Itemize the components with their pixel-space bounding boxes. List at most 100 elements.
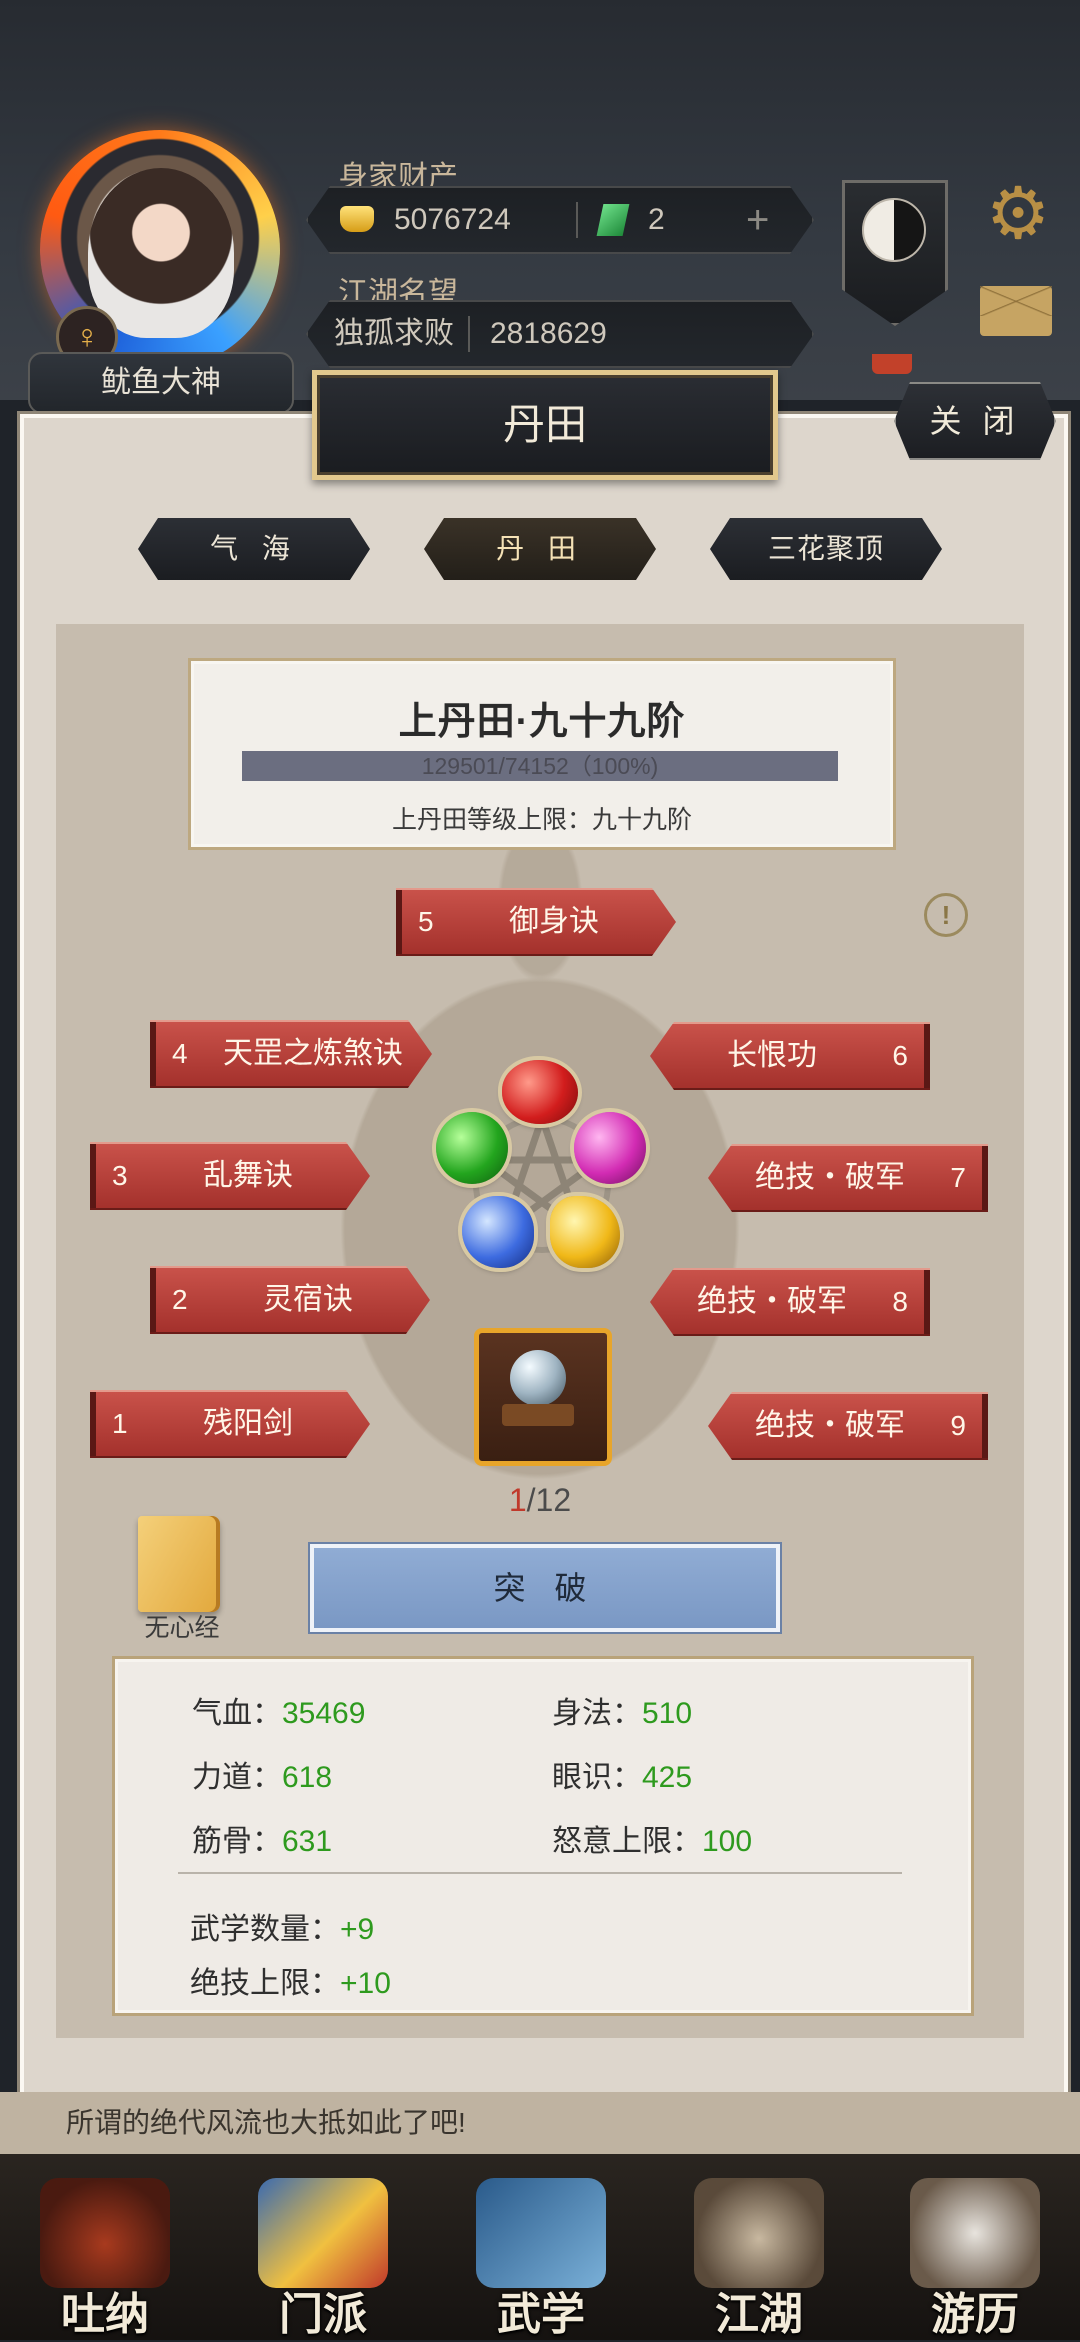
stat-insight: 眼识：425 <box>552 1752 692 1796</box>
stat-strength: 力道：618 <box>192 1752 332 1796</box>
stat-label: 绝技上限： <box>190 1967 340 2000</box>
stat-label: 气血： <box>192 1697 282 1730</box>
red-gem-icon[interactable] <box>502 1060 578 1124</box>
avatar-portrait <box>88 168 234 338</box>
stat-value: 100 <box>702 1825 753 1858</box>
stat-value: +10 <box>340 1967 391 2000</box>
stat-constitution: 筋骨：631 <box>192 1816 332 1860</box>
panel-title: 丹田 <box>312 370 778 480</box>
jade-amount: 2 <box>648 203 665 236</box>
skill-slot-4[interactable]: 4 天罡之炼煞诀 <box>150 1020 432 1088</box>
stat-label: 怒意上限： <box>552 1825 702 1858</box>
skill-name: 绝技・破军 <box>755 1409 905 1442</box>
crystal-orb-icon <box>510 1350 566 1406</box>
skill-slot-9[interactable]: 绝技・破军 9 <box>708 1392 988 1460</box>
nav-label: 武学 <box>497 2289 585 2340</box>
item-count-total: /12 <box>526 1482 572 1518</box>
skill-slot-1[interactable]: 1 残阳剑 <box>90 1390 370 1458</box>
skill-number: 4 <box>172 1038 188 1069</box>
mail-icon[interactable] <box>980 286 1052 336</box>
stat-label: 眼识： <box>552 1761 642 1794</box>
horse-icon <box>910 2178 1040 2288</box>
level-title: 上丹田·九十九阶 <box>398 701 686 743</box>
stat-label: 筋骨： <box>192 1825 282 1858</box>
skill-slot-2[interactable]: 2 灵宿诀 <box>150 1266 430 1334</box>
wealth-bar: 5076724 2 + <box>306 186 814 254</box>
skill-name: 天罡之炼煞诀 <box>223 1037 403 1070</box>
divider <box>576 202 578 238</box>
gold-ingot-icon <box>340 206 374 232</box>
manual-label: 无心经 <box>144 1614 220 1642</box>
green-gem-icon[interactable] <box>436 1112 508 1184</box>
sect-banner-icon <box>258 2178 388 2288</box>
stat-label: 力道： <box>192 1761 282 1794</box>
skill-name: 绝技・破军 <box>755 1161 905 1194</box>
tab-sanhua[interactable]: 三花聚顶 <box>710 518 942 580</box>
gear-icon[interactable]: ⚙ <box>980 176 1056 252</box>
skill-number: 9 <box>950 1410 966 1441</box>
skill-name: 灵宿诀 <box>263 1283 353 1316</box>
exp-text: 129501/74152（100%) <box>421 753 659 779</box>
skill-number: 7 <box>950 1162 966 1193</box>
tab-qihai[interactable]: 气 海 <box>138 518 370 580</box>
skill-slot-6[interactable]: 长恨功 6 <box>650 1022 930 1090</box>
skill-name: 残阳剑 <box>203 1407 293 1440</box>
close-button[interactable]: 关 闭 <box>894 382 1056 460</box>
skill-number: 5 <box>418 906 434 937</box>
skill-name: 御身诀 <box>509 905 599 938</box>
fame-title: 独孤求败 <box>334 317 454 350</box>
skill-number: 2 <box>172 1284 188 1315</box>
stat-value: 510 <box>642 1697 693 1730</box>
item-count-current: 1 <box>508 1482 527 1518</box>
item-count: 1/12 <box>480 1482 600 1519</box>
nav-sect[interactable]: 门派 <box>248 2160 398 2340</box>
skill-number: 6 <box>892 1040 908 1071</box>
fame-value: 2818629 <box>490 317 607 350</box>
stat-value: 35469 <box>282 1697 366 1730</box>
divider <box>468 316 470 352</box>
story-text: 所谓的绝代风流也大抵如此了吧! <box>0 2092 1080 2154</box>
nav-martial[interactable]: 武学 <box>466 2160 616 2340</box>
stat-value: 425 <box>642 1761 693 1794</box>
stat-value: +9 <box>340 1913 375 1946</box>
gold-amount: 5076724 <box>394 203 511 236</box>
skill-slot-7[interactable]: 绝技・破军 7 <box>708 1144 988 1212</box>
nav-travel[interactable]: 游历 <box>900 2160 1050 2340</box>
martial-book-icon <box>476 2178 606 2288</box>
nav-jianghu[interactable]: 江湖 <box>684 2160 834 2340</box>
skill-name: 绝技・破军 <box>697 1285 847 1318</box>
stat-agility: 身法：510 <box>552 1688 692 1732</box>
skill-number: 1 <box>112 1408 128 1439</box>
info-icon[interactable]: ! <box>924 893 968 937</box>
orb-stand <box>502 1404 574 1426</box>
stat-value: 618 <box>282 1761 333 1794</box>
stat-label: 武学数量： <box>190 1913 340 1946</box>
fame-bar: 独孤求败 2818629 <box>306 300 814 368</box>
stat-martial-count: 武学数量：+9 <box>190 1904 374 1948</box>
divider <box>178 1872 902 1874</box>
add-currency-button[interactable]: + <box>746 188 769 252</box>
blue-gem-icon[interactable] <box>462 1196 534 1268</box>
level-cap: 上丹田等级上限：九十九阶 <box>391 806 692 834</box>
tassel-icon <box>872 354 912 374</box>
stat-hp: 气血：35469 <box>192 1688 365 1732</box>
breakthrough-button[interactable]: 突 破 <box>310 1544 780 1632</box>
manual-book-icon[interactable] <box>138 1516 220 1612</box>
jade-icon <box>597 204 630 236</box>
nav-label: 游历 <box>931 2289 1019 2340</box>
tuna-icon <box>40 2178 170 2288</box>
skill-slot-8[interactable]: 绝技・破军 8 <box>650 1268 930 1336</box>
nav-label: 江湖 <box>715 2289 803 2340</box>
taiji-icon <box>862 198 926 262</box>
skill-slot-3[interactable]: 3 乱舞诀 <box>90 1142 370 1210</box>
skill-number: 3 <box>112 1160 128 1191</box>
nav-tuna[interactable]: 吐纳 <box>30 2160 180 2340</box>
pink-gem-icon[interactable] <box>574 1112 646 1184</box>
nav-label: 门派 <box>279 2289 367 2340</box>
bamboo-hat-icon <box>694 2178 824 2288</box>
tab-dantian[interactable]: 丹 田 <box>424 518 656 580</box>
stat-rage-cap: 怒意上限：100 <box>552 1816 752 1860</box>
skill-slot-5[interactable]: 5 御身诀 <box>396 888 676 956</box>
stat-label: 身法： <box>552 1697 642 1730</box>
stat-value: 631 <box>282 1825 333 1858</box>
